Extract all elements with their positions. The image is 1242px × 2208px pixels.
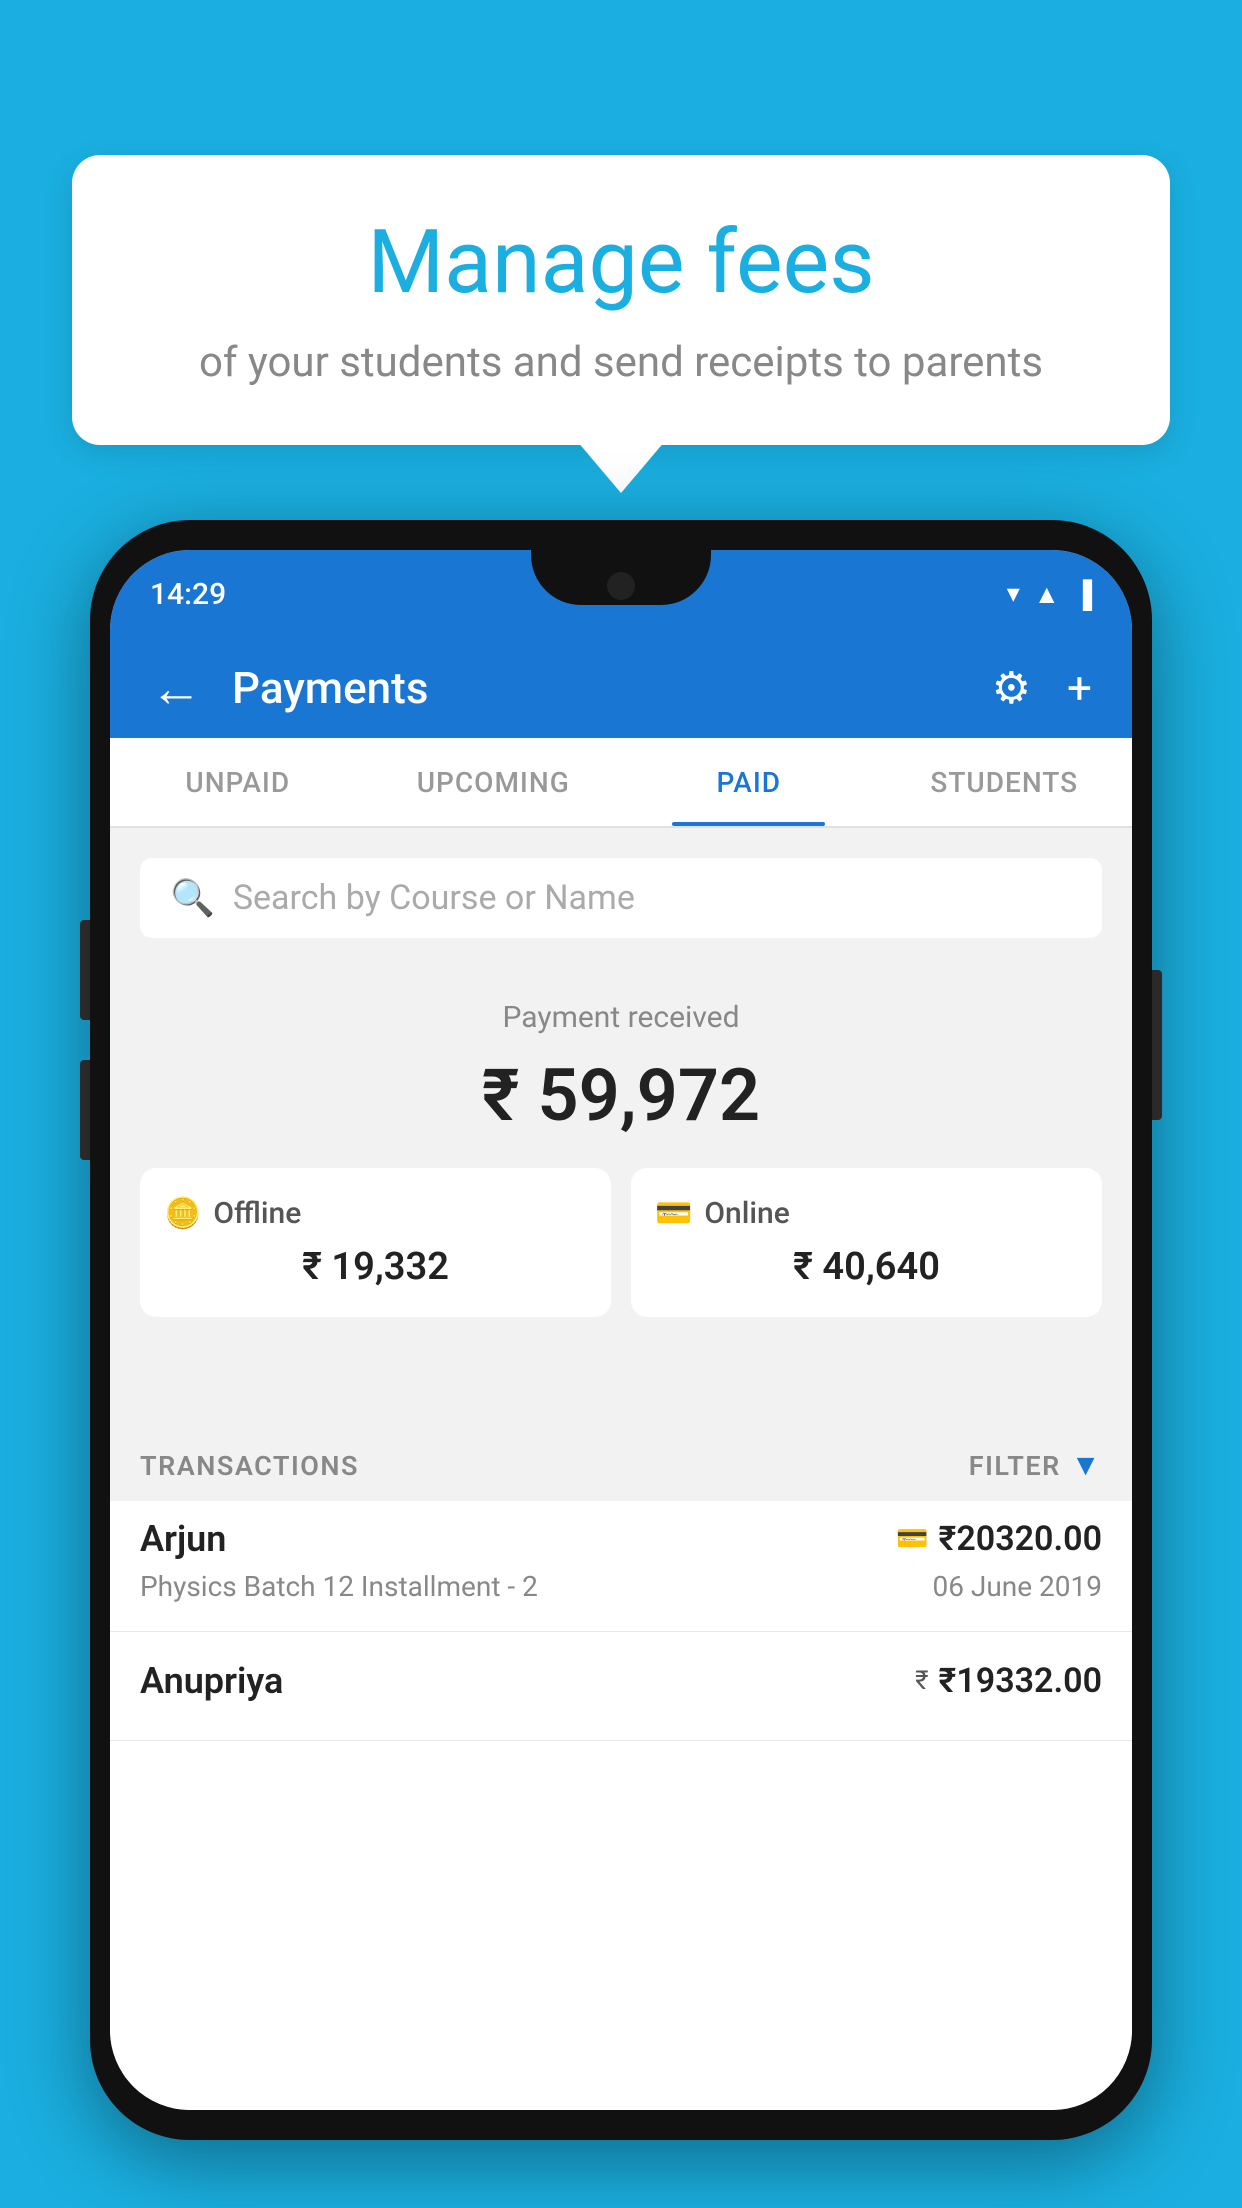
speech-bubble: Manage fees of your students and send re…: [72, 155, 1170, 445]
offline-icon: 🪙: [164, 1196, 201, 1231]
wifi-icon: ▾: [1007, 579, 1020, 609]
tab-unpaid[interactable]: UNPAID: [110, 738, 366, 826]
rupee-payment-icon: ₹: [915, 1666, 928, 1696]
status-time: 14:29: [150, 577, 226, 612]
back-button[interactable]: ←: [150, 658, 202, 719]
filter-button[interactable]: FILTER ▼: [969, 1448, 1102, 1483]
bubble-subtitle: of your students and send receipts to pa…: [122, 336, 1120, 391]
transaction-date: 06 June 2019: [932, 1570, 1102, 1603]
tabs-bar: UNPAID UPCOMING PAID STUDENTS: [110, 738, 1132, 828]
page-title: Payments: [232, 662, 992, 714]
add-icon[interactable]: +: [1067, 662, 1092, 714]
search-input[interactable]: Search by Course or Name: [233, 878, 635, 918]
online-card-header: 💳 Online: [655, 1196, 1078, 1231]
header-actions: ⚙ +: [992, 662, 1092, 714]
online-card: 💳 Online ₹ 40,640: [631, 1168, 1102, 1317]
settings-icon[interactable]: ⚙: [992, 662, 1031, 714]
payment-total-amount: ₹ 59,972: [140, 1053, 1102, 1138]
offline-card: 🪙 Offline ₹ 19,332: [140, 1168, 611, 1317]
search-icon: 🔍: [170, 877, 215, 919]
online-icon: 💳: [655, 1196, 692, 1231]
transaction-top-row: Anupriya ₹ ₹19332.00: [140, 1660, 1102, 1702]
transactions-label: TRANSACTIONS: [140, 1450, 359, 1482]
offline-label: Offline: [213, 1196, 301, 1231]
search-container: 🔍 Search by Course or Name: [110, 840, 1132, 956]
filter-icon: ▼: [1071, 1448, 1102, 1483]
phone-mockup: 14:29 ▾ ▲ ▐ ← Payments ⚙ +: [90, 520, 1152, 2140]
transaction-bottom-row: Physics Batch 12 Installment - 2 06 June…: [140, 1570, 1102, 1603]
transaction-row[interactable]: Anupriya ₹ ₹19332.00: [110, 1632, 1132, 1741]
transaction-name: Arjun: [140, 1518, 226, 1560]
transaction-amount: ₹20320.00: [939, 1519, 1102, 1559]
offline-amount: ₹ 19,332: [164, 1245, 587, 1289]
offline-card-header: 🪙 Offline: [164, 1196, 587, 1231]
transaction-amount-row: 💳 ₹20320.00: [896, 1519, 1102, 1559]
transaction-list: Arjun 💳 ₹20320.00 Physics Batch 12 Insta…: [110, 1490, 1132, 2110]
signal-icon: ▲: [1034, 579, 1060, 610]
search-box[interactable]: 🔍 Search by Course or Name: [140, 858, 1102, 938]
transaction-name: Anupriya: [140, 1660, 283, 1702]
tab-upcoming[interactable]: UPCOMING: [366, 738, 622, 826]
app-header: ← Payments ⚙ +: [110, 638, 1132, 738]
filter-label: FILTER: [969, 1450, 1061, 1482]
transaction-row[interactable]: Arjun 💳 ₹20320.00 Physics Batch 12 Insta…: [110, 1490, 1132, 1632]
status-icons: ▾ ▲ ▐: [1007, 579, 1092, 610]
payment-section: Payment received ₹ 59,972 🪙 Offline ₹ 19…: [110, 960, 1132, 1357]
phone-screen: 14:29 ▾ ▲ ▐ ← Payments ⚙ +: [110, 550, 1132, 2110]
transaction-course: Physics Batch 12 Installment - 2: [140, 1570, 538, 1603]
camera-dot: [607, 572, 635, 600]
transaction-amount-row: ₹ ₹19332.00: [915, 1661, 1102, 1701]
tab-paid[interactable]: PAID: [621, 738, 877, 826]
online-label: Online: [704, 1196, 789, 1231]
card-payment-icon: 💳: [896, 1524, 928, 1554]
online-amount: ₹ 40,640: [655, 1245, 1078, 1289]
battery-icon: ▐: [1074, 579, 1092, 610]
tab-students[interactable]: STUDENTS: [877, 738, 1133, 826]
bubble-title: Manage fees: [122, 215, 1120, 312]
phone-body: 14:29 ▾ ▲ ▐ ← Payments ⚙ +: [90, 520, 1152, 2140]
payment-received-label: Payment received: [140, 1000, 1102, 1035]
transaction-amount: ₹19332.00: [939, 1661, 1102, 1701]
transactions-header: TRANSACTIONS FILTER ▼: [110, 1430, 1132, 1501]
transaction-top-row: Arjun 💳 ₹20320.00: [140, 1518, 1102, 1560]
payment-cards: 🪙 Offline ₹ 19,332 💳 Online ₹ 40,640: [140, 1168, 1102, 1317]
